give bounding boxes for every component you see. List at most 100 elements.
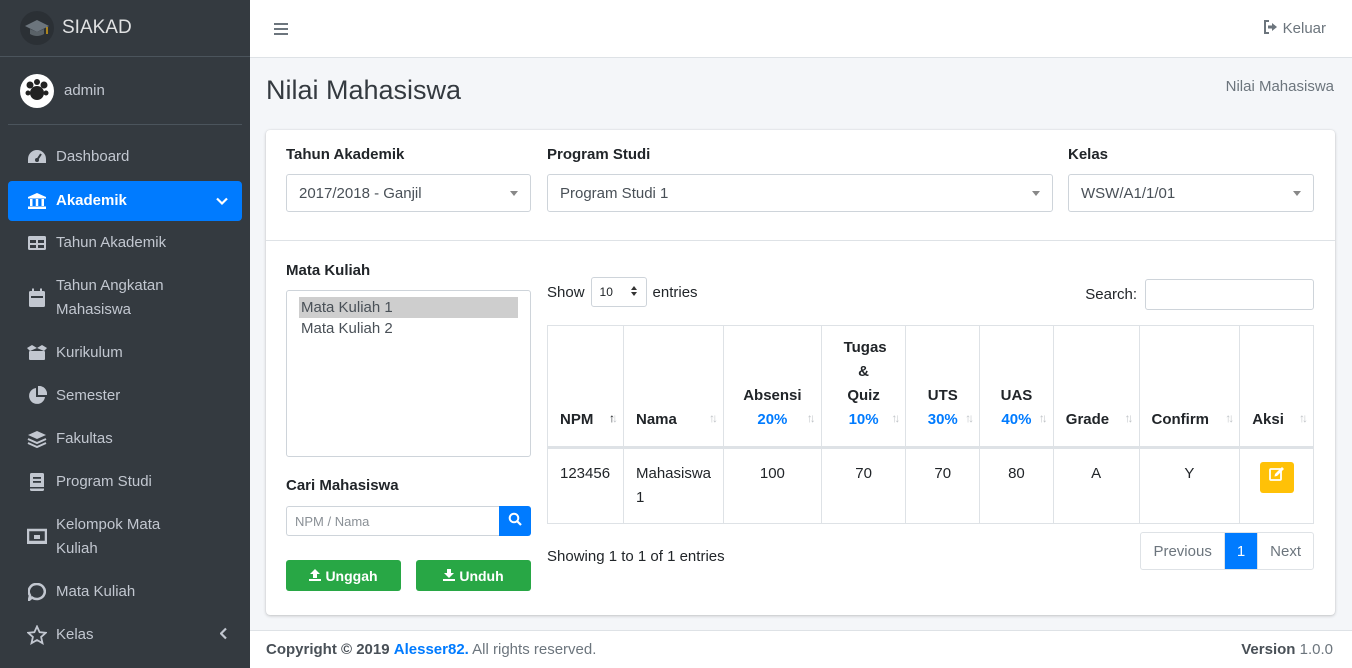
col-weight: 40% <box>1001 411 1032 428</box>
comment-icon <box>26 581 48 603</box>
select-value: 2017/2018 - Ganjil <box>299 184 422 202</box>
cell-absensi: 100 <box>723 447 822 524</box>
brand[interactable]: SIAKAD <box>0 0 250 57</box>
sort-icon: ↑↓ <box>1299 411 1308 425</box>
cell-nama: Mahasiswa 1 <box>622 447 725 524</box>
sidebar-item-label: Kurikulum <box>56 343 123 361</box>
filter-panel: Tahun Akademik 2017/2018 - Ganjil Progra… <box>266 130 1335 241</box>
search-icon <box>508 512 522 530</box>
user-panel[interactable]: admin <box>8 57 242 125</box>
sidebar-item-dashboard[interactable]: Dashboard <box>8 135 242 178</box>
sidebar-item-kurikulum[interactable]: Kurikulum <box>8 331 242 374</box>
edit-button[interactable] <box>1259 462 1294 493</box>
sidebar-item-fakultas[interactable]: Fakultas <box>8 417 242 460</box>
sidebar-item-program-studi[interactable]: Program Studi <box>8 460 242 503</box>
col-absensi[interactable]: Absensi 20% ↑↓ <box>723 325 822 448</box>
cell-uas: 80 <box>979 447 1054 524</box>
select-value: Program Studi 1 <box>560 184 669 202</box>
sidebar-item-semester[interactable]: Semester <box>8 374 242 417</box>
col-uts[interactable]: UTS 30% ↑↓ <box>905 325 981 448</box>
sidebar-item-tahun-angkatan[interactable]: Tahun Angkatan Mahasiswa <box>8 264 242 331</box>
sidebar-item-kelas[interactable]: Kelas <box>8 613 242 656</box>
sidebar-item-label: Program Studi <box>56 472 152 490</box>
col-npm[interactable]: NPM ↑↓ <box>547 325 624 448</box>
col-grade[interactable]: Grade ↑↓ <box>1052 325 1140 448</box>
pagination-page-current[interactable]: 1 <box>1224 533 1259 569</box>
pagination-previous[interactable]: Previous <box>1141 533 1225 569</box>
user-name: admin <box>64 82 105 99</box>
table-row: 123456 Mahasiswa 1 100 70 70 80 A Y <box>547 447 1314 524</box>
col-nama[interactable]: Nama ↑↓ <box>622 325 725 448</box>
sidebar: SIAKAD admin Dashboard Akademik Tahun Ak… <box>0 0 250 668</box>
search-button[interactable] <box>499 506 531 536</box>
program-studi-select[interactable]: Program Studi 1 <box>547 174 1053 212</box>
kelas-select[interactable]: WSW/A1/1/01 <box>1068 174 1314 212</box>
col-tugas-quiz[interactable]: Tugas & Quiz 10% ↑↓ <box>820 325 907 448</box>
copyright-prefix: Copyright © 2019 <box>266 641 390 658</box>
caret-down-icon <box>1032 190 1040 196</box>
sort-icon: ↑↓ <box>1225 411 1234 425</box>
menu-toggle-icon[interactable] <box>274 22 288 35</box>
sidebar-item-label: Fakultas <box>56 429 113 447</box>
dashboard-icon <box>26 146 48 168</box>
card: Tahun Akademik 2017/2018 - Ganjil Progra… <box>266 130 1335 615</box>
col-confirm[interactable]: Confirm ↑↓ <box>1138 325 1241 448</box>
star-icon <box>26 624 48 646</box>
sidebar-item-kelompok-mata-kuliah[interactable]: Kelompok Mata Kuliah <box>8 503 242 570</box>
col-uas[interactable]: UAS 40% ↑↓ <box>979 325 1054 448</box>
cell-aksi <box>1239 447 1314 524</box>
select-value: WSW/A1/1/01 <box>1081 184 1176 202</box>
author-link[interactable]: Alesser82. <box>394 641 469 658</box>
cari-mahasiswa-label: Cari Mahasiswa <box>286 477 399 494</box>
tahun-akademik-select[interactable]: 2017/2018 - Ganjil <box>286 174 531 212</box>
unduh-button[interactable]: Unduh <box>416 560 531 591</box>
sidebar-item-label: Akademik <box>56 192 127 209</box>
grades-table: NPM ↑↓ Nama ↑↓ Absensi 20% ↑↓ Tugas & Quiz 10… <box>547 325 1314 524</box>
col-weight: 30% <box>927 411 958 428</box>
col-label: Confirm <box>1151 411 1210 428</box>
listbox-option[interactable]: Mata Kuliah 2 <box>299 318 518 339</box>
sidebar-item-label: Mata Kuliah <box>56 582 136 600</box>
table-search: Search: <box>1085 279 1314 310</box>
col-label: Aksi <box>1252 411 1284 428</box>
listbox-option[interactable]: Mata Kuliah 1 <box>299 297 518 318</box>
bank-icon <box>26 190 48 212</box>
pie-chart-icon <box>26 385 48 407</box>
graduation-cap-logo-icon <box>20 11 54 45</box>
sort-icon: ↑↓ <box>709 411 718 425</box>
sort-asc-icon: ↑↓ <box>608 411 618 425</box>
length-control: Show 10 entries <box>547 277 698 307</box>
sidebar-item-label: Kelompok Mata Kuliah <box>56 515 161 557</box>
col-aksi[interactable]: Aksi ↑↓ <box>1239 325 1314 448</box>
mata-kuliah-listbox[interactable]: Mata Kuliah 1 Mata Kuliah 2 <box>286 290 531 457</box>
top-navbar: Keluar <box>250 0 1352 58</box>
caret-down-icon <box>1293 190 1301 196</box>
unggah-label: Unggah <box>325 567 378 584</box>
student-search-input[interactable]: NPM / Nama <box>286 506 499 536</box>
entries-length-select[interactable]: 10 <box>590 277 647 307</box>
pagination-next[interactable]: Next <box>1258 533 1313 569</box>
sidebar-item-mata-kuliah[interactable]: Mata Kuliah <box>8 570 242 613</box>
caret-down-icon <box>510 190 518 196</box>
upload-icon <box>309 568 322 584</box>
chevron-down-icon <box>216 193 228 210</box>
unggah-button[interactable]: Unggah <box>286 560 401 591</box>
datatable-controls: Show 10 entries Search: <box>547 272 1314 322</box>
table-search-input[interactable] <box>1145 279 1314 310</box>
chevron-left-icon <box>219 626 228 643</box>
sort-icon: ↑↓ <box>965 411 974 425</box>
logout-label: Keluar <box>1282 20 1326 37</box>
logout-button[interactable]: Keluar <box>1263 19 1326 38</box>
breadcrumb: Nilai Mahasiswa <box>1225 78 1334 95</box>
show-label: Show <box>547 283 585 301</box>
sidebar-item-akademik[interactable]: Akademik <box>8 181 242 221</box>
unduh-label: Unduh <box>459 567 504 584</box>
col-label: UAS <box>1000 387 1033 404</box>
sidebar-item-tahun-akademik[interactable]: Tahun Akademik <box>8 221 242 264</box>
col-label: Tugas & Quiz <box>843 339 887 404</box>
sidebar-item-label: Tahun Akademik <box>56 233 167 251</box>
edit-icon <box>1268 466 1285 490</box>
page-footer: Copyright © 2019 Alesser82. All rights r… <box>250 630 1352 668</box>
kelas-label: Kelas <box>1068 146 1109 163</box>
sidebar-item-label: Kelas <box>56 625 94 643</box>
